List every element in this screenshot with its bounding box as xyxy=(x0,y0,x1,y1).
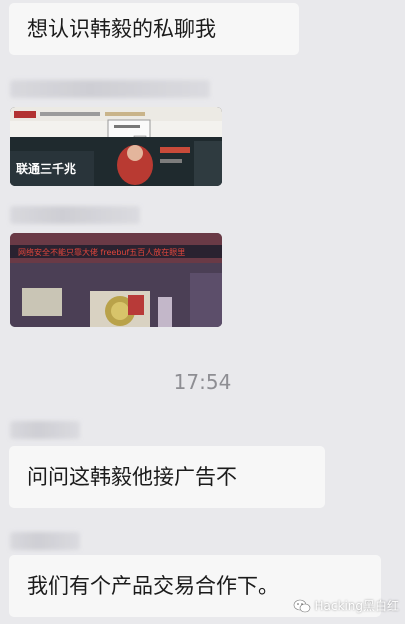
message-bubble-1[interactable]: 想认识韩毅的私聊我 xyxy=(9,3,299,55)
screenshot-thumbnail-1: 联通三千兆 xyxy=(10,107,222,186)
message-bubble-2[interactable]: 问问这韩毅他接广告不 xyxy=(9,446,325,508)
sender-name-blurred xyxy=(10,421,80,439)
sender-name-blurred xyxy=(10,532,80,550)
image2-banner-text: 网络安全不能只靠大佬 freebuf五百人放在眼里 xyxy=(18,247,185,257)
message-text-3: 我们有个产品交易合作下。 xyxy=(27,573,279,598)
watermark-text: Hacking黑白红 xyxy=(314,599,399,613)
photo-thumbnail-2: 网络安全不能只靠大佬 freebuf五百人放在眼里 xyxy=(10,233,222,327)
chat-thread: 想认识韩毅的私聊我 联通三千兆 网络安全不能只靠大佬 freebuf五百人放在眼… xyxy=(0,0,405,624)
message-text-1: 想认识韩毅的私聊我 xyxy=(27,16,216,41)
sender-name-blurred xyxy=(10,80,210,98)
sender-name-blurred xyxy=(10,206,140,224)
wechat-icon xyxy=(293,599,310,612)
image-message-1[interactable]: 联通三千兆 xyxy=(10,107,222,186)
watermark: Hacking黑白红 xyxy=(293,597,399,614)
message-text-2: 问问这韩毅他接广告不 xyxy=(27,464,237,489)
image-message-2[interactable]: 网络安全不能只靠大佬 freebuf五百人放在眼里 xyxy=(10,233,222,327)
image1-banner-text: 联通三千兆 xyxy=(16,161,76,176)
message-timestamp: 17:54 xyxy=(173,370,232,394)
